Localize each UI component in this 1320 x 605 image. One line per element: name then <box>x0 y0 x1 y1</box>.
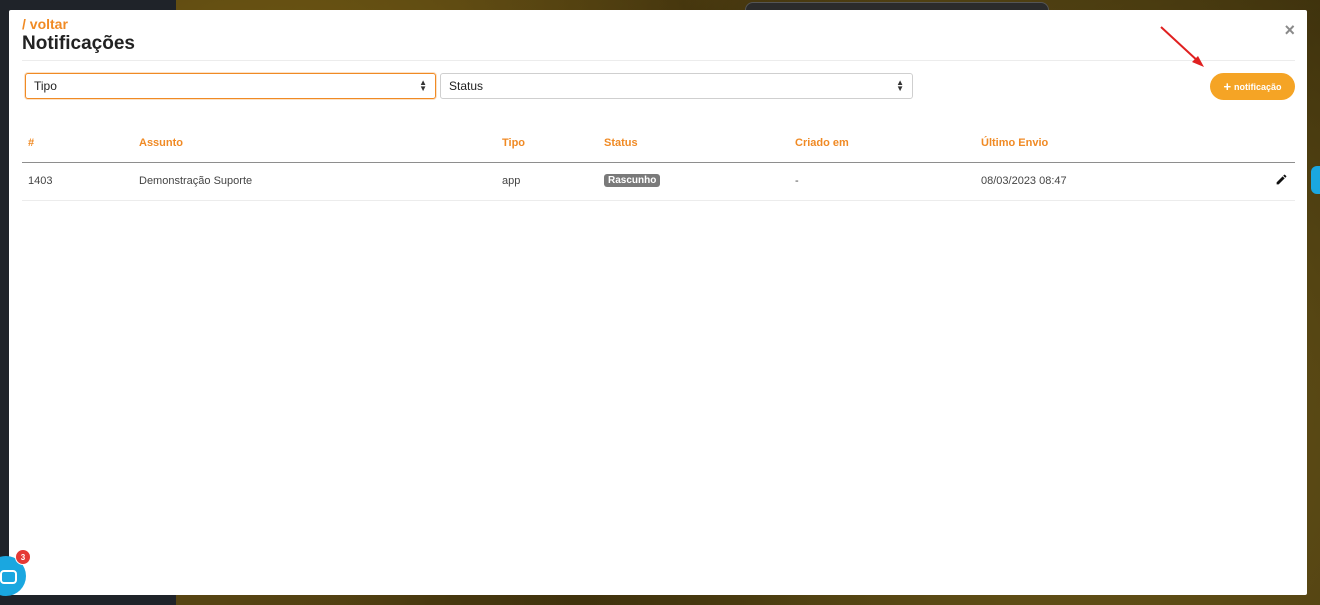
select-caret-icon: ▲ ▼ <box>419 78 427 93</box>
cell-created: - <box>795 175 799 187</box>
annotation-arrow-icon <box>1160 26 1204 67</box>
cell-last-sent: 08/03/2023 08:47 <box>981 175 1067 187</box>
notifications-modal: / voltar Notificações × Tipo ▲ ▼ Status ▲… <box>9 10 1307 595</box>
side-widget-tab[interactable] <box>1311 166 1320 194</box>
column-header-id[interactable]: # <box>28 137 34 149</box>
chat-icon <box>0 570 17 584</box>
plus-icon: + <box>1223 78 1232 94</box>
back-link[interactable]: / voltar <box>22 16 68 32</box>
table-header-divider <box>22 162 1295 163</box>
status-filter-select[interactable]: Status ▲ ▼ <box>440 73 913 99</box>
status-badge: Rascunho <box>604 174 661 187</box>
type-filter-value: Tipo <box>34 79 57 93</box>
column-header-created[interactable]: Criado em <box>795 137 849 149</box>
add-notification-button[interactable]: + notificação <box>1210 73 1295 100</box>
divider <box>22 60 1295 61</box>
cell-subject: Demonstração Suporte <box>139 175 253 187</box>
column-header-subject[interactable]: Assunto <box>139 137 183 149</box>
cell-type: app <box>502 175 521 187</box>
column-header-last-sent[interactable]: Último Envio <box>981 137 1048 149</box>
column-header-status[interactable]: Status <box>604 137 638 149</box>
add-notification-label: notificação <box>1234 81 1282 92</box>
row-divider <box>22 200 1295 201</box>
status-filter-value: Status <box>449 79 484 93</box>
edit-pencil-icon[interactable] <box>1275 173 1288 186</box>
page-title: Notificações <box>22 33 135 54</box>
column-header-type[interactable]: Tipo <box>502 137 525 149</box>
cell-id: 1403 <box>28 175 53 187</box>
chat-unread-badge: 3 <box>15 549 31 565</box>
close-icon[interactable]: × <box>1284 21 1295 39</box>
type-filter-select[interactable]: Tipo ▲ ▼ <box>25 73 436 99</box>
select-caret-icon: ▲ ▼ <box>896 78 904 93</box>
